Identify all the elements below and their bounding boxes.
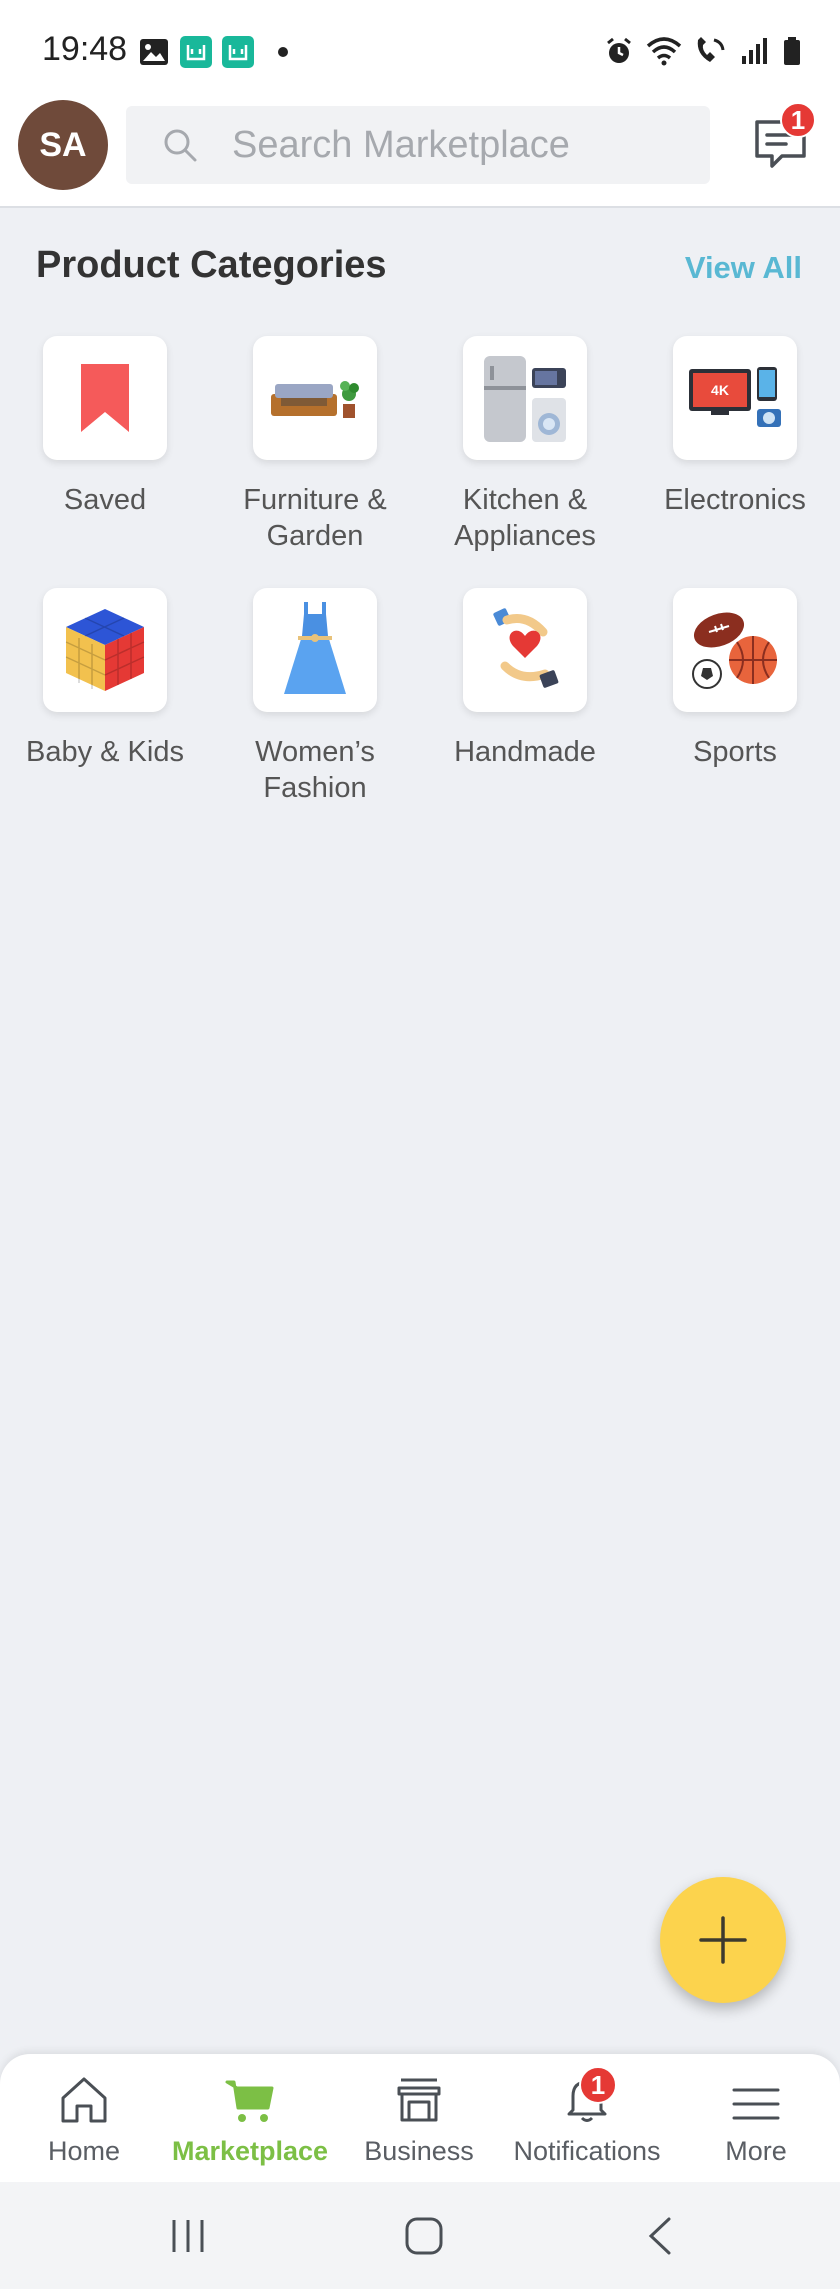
tv-phone-camera-icon: 4K — [689, 367, 781, 427]
category-electronics[interactable]: 4K Electronics — [635, 336, 835, 518]
dress-icon — [284, 602, 346, 694]
status-right-icons — [604, 36, 802, 66]
category-tile: 4K — [673, 336, 797, 460]
toy-cube-icon — [65, 609, 145, 691]
svg-text:4K: 4K — [711, 382, 729, 398]
menu-icon — [732, 2088, 780, 2120]
category-label: Sports — [693, 736, 777, 768]
fridge-washer-icon — [484, 356, 566, 442]
messages-badge: 1 — [780, 102, 816, 138]
notifications-badge: 1 — [579, 2066, 617, 2104]
plus-icon — [699, 1916, 747, 1964]
category-tile — [253, 336, 377, 460]
balls-icon — [692, 612, 777, 689]
mi-app-icon — [180, 36, 212, 68]
system-nav-bar — [0, 2182, 840, 2289]
app-header: SA Search Marketplace 1 — [0, 100, 840, 208]
category-label: Baby & Kids — [26, 736, 184, 768]
search-input[interactable]: Search Marketplace — [126, 106, 710, 184]
avatar[interactable]: SA — [18, 100, 108, 190]
dot-icon — [278, 47, 288, 57]
image-icon — [138, 36, 170, 68]
nav-notifications[interactable]: 1 Notifications — [503, 2066, 671, 2167]
nav-more[interactable]: More — [672, 2072, 840, 2167]
home-button-icon — [405, 2217, 443, 2255]
category-baby-kids[interactable]: Baby & Kids — [5, 588, 205, 770]
category-label: Women’s Fashion — [255, 736, 375, 804]
nav-label: More — [725, 2136, 787, 2166]
back-icon — [648, 2217, 671, 2255]
bookmark-icon — [81, 364, 129, 432]
category-tile — [43, 336, 167, 460]
section-title: Product Categories — [36, 244, 387, 286]
mi-app-icon — [222, 36, 254, 68]
signal-icon — [742, 38, 767, 64]
search-icon — [164, 129, 197, 162]
nav-home[interactable]: Home — [0, 2072, 168, 2167]
hands-heart-icon — [493, 608, 559, 688]
nav-label: Marketplace — [171, 2136, 329, 2166]
category-handmade[interactable]: Handmade — [425, 588, 625, 770]
category-womens-fashion[interactable]: Women’s Fashion — [215, 588, 415, 806]
category-tile — [43, 588, 167, 712]
battery-icon — [784, 37, 800, 65]
category-label: Electronics — [664, 484, 806, 516]
wifi-call-icon — [697, 37, 725, 62]
nav-label: Business — [364, 2136, 474, 2166]
alarm-icon — [607, 37, 631, 63]
category-label: Saved — [63, 484, 147, 516]
storefront-icon — [397, 2078, 441, 2122]
category-saved[interactable]: Saved — [5, 336, 205, 518]
recents-icon — [172, 2220, 204, 2252]
recents-button[interactable] — [158, 2212, 218, 2260]
category-tile — [463, 588, 587, 712]
category-tile — [673, 588, 797, 712]
status-bar: 19:48 — [0, 0, 840, 100]
system-home-button[interactable] — [394, 2212, 454, 2260]
nav-label: Notifications — [513, 2136, 661, 2166]
status-time: 19:48 — [42, 30, 128, 68]
search-placeholder: Search Marketplace — [232, 123, 570, 166]
home-icon — [61, 2077, 107, 2123]
category-tile — [463, 336, 587, 460]
status-left-icons — [138, 36, 288, 68]
nav-business[interactable]: Business — [335, 2072, 503, 2167]
sofa-plant-icon — [271, 381, 359, 418]
category-sports[interactable]: Sports — [635, 588, 835, 770]
category-label: Furniture & Garden — [243, 484, 387, 552]
nav-label: Home — [47, 2136, 121, 2166]
add-listing-button[interactable] — [660, 1877, 786, 2003]
category-kitchen-appliances[interactable]: Kitchen & Appliances — [425, 336, 625, 554]
category-furniture-garden[interactable]: Furniture & Garden — [215, 336, 415, 554]
nav-marketplace[interactable]: Marketplace — [166, 2072, 334, 2167]
category-tile — [253, 588, 377, 712]
messages-button[interactable]: 1 — [752, 102, 816, 174]
category-label: Kitchen & Appliances — [454, 484, 596, 552]
view-all-link[interactable]: View All — [685, 250, 802, 286]
back-button[interactable] — [630, 2212, 690, 2260]
wifi-icon — [646, 37, 682, 66]
category-label: Handmade — [454, 736, 596, 768]
cart-icon — [225, 2080, 274, 2122]
bottom-nav: Home Marketplace Business 1 Notification… — [0, 2054, 840, 2182]
